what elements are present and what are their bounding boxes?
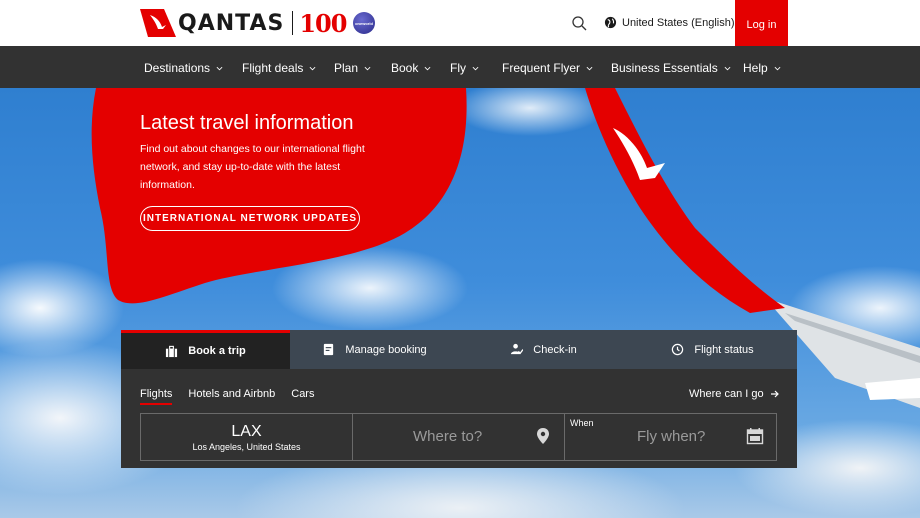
nav-item-frequent-flyer[interactable]: Frequent Flyer: [502, 61, 593, 75]
tab-book-a-trip[interactable]: Book a trip: [121, 330, 290, 369]
nav-item-book[interactable]: Book: [391, 61, 431, 75]
chevron-down-icon: [586, 66, 593, 70]
nav-item-help[interactable]: Help: [743, 61, 781, 75]
language-selector[interactable]: United States (English): [604, 16, 735, 29]
when-label: When: [570, 418, 594, 428]
booking-subtabs: Flights Hotels and Airbnb Cars: [140, 388, 330, 405]
clock-icon: [672, 343, 684, 356]
nav-item-business-essentials[interactable]: Business Essentials: [611, 61, 731, 75]
globe-icon: [604, 16, 617, 29]
main-nav: Destinations Flight deals Plan Book Fly …: [0, 46, 920, 88]
qantas-logo[interactable]: QANTAS 100: [140, 8, 347, 38]
nav-item-plan[interactable]: Plan: [334, 61, 371, 75]
arrow-right-icon: [770, 390, 779, 398]
when-field[interactable]: When Fly when?: [565, 414, 776, 460]
login-button[interactable]: Log in: [735, 0, 788, 50]
hero-title: Latest travel information: [140, 112, 354, 134]
calendar-icon: [746, 428, 764, 445]
oneworld-logo: oneworld: [353, 12, 375, 34]
top-header: QANTAS 100 oneworld United States (Engli…: [0, 0, 920, 50]
suitcase-icon: [166, 345, 178, 357]
from-airport-code: LAX: [231, 423, 262, 440]
chevron-down-icon: [309, 66, 316, 70]
logo-divider: [292, 11, 294, 35]
to-field[interactable]: Where to?: [353, 414, 565, 460]
chevron-down-icon: [774, 66, 781, 70]
international-network-updates-button[interactable]: INTERNATIONAL NETWORK UPDATES: [140, 206, 360, 231]
from-city: Los Angeles, United States: [192, 442, 301, 452]
chevron-down-icon: [724, 66, 731, 70]
kangaroo-logo-icon: [140, 9, 176, 37]
nav-item-destinations[interactable]: Destinations: [144, 61, 223, 75]
subtab-flights[interactable]: Flights: [140, 388, 173, 405]
nav-item-fly[interactable]: Fly: [450, 61, 479, 75]
where-can-i-go-link[interactable]: Where can I go: [689, 388, 780, 400]
tab-flight-status[interactable]: Flight status: [628, 330, 797, 369]
brand-wordmark: QANTAS: [178, 10, 285, 36]
chevron-down-icon: [472, 66, 479, 70]
flight-search-fields: LAX Los Angeles, United States Where to?…: [140, 413, 777, 461]
person-check-icon: [511, 343, 524, 355]
centenary-mark: 100: [299, 8, 347, 38]
tab-check-in[interactable]: Check-in: [459, 330, 628, 369]
booking-widget: Book a trip Manage booking Check-in Flig…: [121, 330, 797, 468]
tab-manage-booking[interactable]: Manage booking: [290, 330, 459, 369]
location-pin-icon: [537, 428, 549, 444]
chevron-down-icon: [216, 66, 223, 70]
booking-tabs: Book a trip Manage booking Check-in Flig…: [121, 330, 797, 369]
boarding-pass-icon: [324, 343, 334, 356]
chevron-down-icon: [364, 66, 371, 70]
hero-description: Find out about changes to our internatio…: [140, 143, 365, 191]
search-icon[interactable]: [570, 14, 588, 32]
when-placeholder: Fly when?: [637, 428, 706, 445]
subtab-cars[interactable]: Cars: [291, 388, 314, 405]
subtab-hotels-and-airbnb[interactable]: Hotels and Airbnb: [188, 388, 275, 405]
to-placeholder: Where to?: [413, 428, 483, 445]
language-label: United States (English): [622, 16, 735, 29]
from-field[interactable]: LAX Los Angeles, United States: [141, 414, 353, 460]
chevron-down-icon: [424, 66, 431, 70]
nav-item-flight-deals[interactable]: Flight deals: [242, 61, 316, 75]
